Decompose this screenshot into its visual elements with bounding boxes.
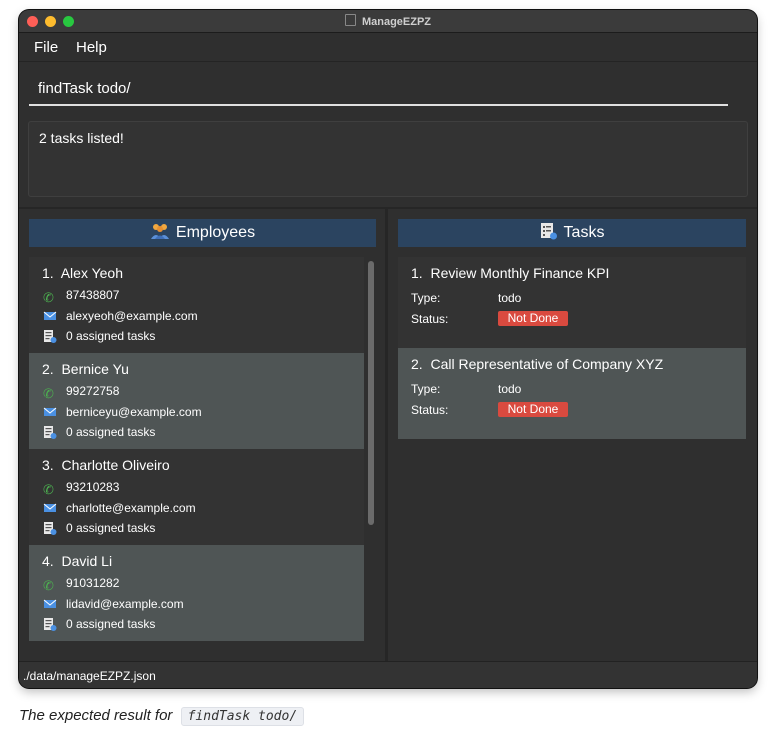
task-status-badge: Not Done (498, 311, 568, 326)
task-type-label: Type: (411, 291, 441, 305)
menu-bar: File Help (19, 33, 757, 62)
employee-name-line: 4. David Li (42, 553, 112, 569)
employee-card[interactable]: 1. Alex Yeoh ✆ 87438807 alexyeoh@example.… (29, 257, 364, 353)
email-icon (43, 407, 57, 416)
employee-card[interactable]: 4. David Li ✆ 91031282 lidavid@example.co… (29, 545, 364, 641)
task-card[interactable]: 2. Call Representative of Company XYZ Ty… (398, 348, 746, 439)
title-bar: ManageEZPZ (19, 10, 757, 33)
task-list-icon (44, 330, 57, 343)
task-status-label: Status: (411, 312, 449, 326)
employees-header: Employees (29, 219, 376, 247)
task-card[interactable]: 1. Review Monthly Finance KPI Type: todo… (398, 257, 746, 348)
window-title: ManageEZPZ (361, 16, 432, 28)
task-list-icon (44, 522, 57, 535)
app-icon (344, 14, 356, 26)
employee-name: Bernice Yu (61, 361, 129, 377)
employee-tasks-row: 0 assigned tasks (43, 425, 155, 439)
phone-icon: ✆ (43, 482, 54, 497)
employee-email: charlotte@example.com (66, 501, 196, 515)
tasks-header: Tasks (398, 219, 746, 247)
command-area: 2 tasks listed! (19, 62, 757, 214)
employee-email-row: lidavid@example.com (43, 597, 184, 611)
task-list-icon (44, 426, 57, 439)
employee-card[interactable]: 2. Bernice Yu ✆ 99272758 berniceyu@exampl… (29, 353, 364, 449)
employee-tasks: 0 assigned tasks (66, 521, 156, 535)
employee-tasks-row: 0 assigned tasks (43, 329, 155, 343)
employee-phone: 87438807 (66, 288, 120, 302)
email-icon (43, 311, 57, 320)
command-input[interactable] (29, 76, 728, 106)
employee-phone: 99272758 (66, 384, 120, 398)
employee-tasks: 0 assigned tasks (66, 329, 156, 343)
employee-phone-row: ✆ 99272758 (43, 384, 120, 401)
result-display: 2 tasks listed! (28, 121, 748, 197)
employee-name-line: 3. Charlotte Oliveiro (42, 457, 170, 473)
employee-email: berniceyu@example.com (66, 405, 202, 419)
email-icon (43, 503, 57, 512)
task-name-line: 2. Call Representative of Company XYZ (411, 356, 663, 372)
employee-card[interactable]: 3. Charlotte Oliveiro ✆ 93210283 charlott… (29, 449, 364, 545)
task-name: Review Monthly Finance KPI (430, 265, 610, 281)
employees-title: Employees (175, 224, 256, 241)
employee-index: 1. (42, 265, 54, 281)
employee-phone-row: ✆ 93210283 (43, 480, 120, 497)
caption: The expected result for findTask todo/ (19, 707, 305, 726)
employee-email: alexyeoh@example.com (66, 309, 198, 323)
tasks-icon (540, 223, 557, 240)
result-text: 2 tasks listed! (39, 130, 124, 146)
task-type-value: todo (498, 291, 522, 305)
employee-phone: 93210283 (66, 480, 120, 494)
task-name-line: 1. Review Monthly Finance KPI (411, 265, 609, 281)
employee-name-line: 1. Alex Yeoh (42, 265, 123, 281)
employee-tasks-row: 0 assigned tasks (43, 521, 155, 535)
employee-tasks-row: 0 assigned tasks (43, 617, 155, 631)
data-file-path: ./data/manageEZPZ.json (23, 669, 156, 683)
email-icon (43, 599, 57, 608)
employee-phone: 91031282 (66, 576, 120, 590)
employee-phone-row: ✆ 87438807 (43, 288, 120, 305)
menu-help[interactable]: Help (76, 39, 107, 56)
employee-email-row: berniceyu@example.com (43, 405, 202, 419)
phone-icon: ✆ (43, 578, 54, 593)
employee-email: lidavid@example.com (66, 597, 184, 611)
employee-name: Charlotte Oliveiro (61, 457, 170, 473)
employee-name-line: 2. Bernice Yu (42, 361, 129, 377)
employee-tasks: 0 assigned tasks (66, 617, 156, 631)
employee-list: 1. Alex Yeoh ✆ 87438807 alexyeoh@example.… (29, 257, 364, 641)
phone-icon: ✆ (43, 386, 54, 401)
employee-index: 2. (42, 361, 54, 377)
status-bar: ./data/manageEZPZ.json (19, 661, 757, 688)
tasks-title: Tasks (563, 224, 605, 241)
employee-index: 3. (42, 457, 54, 473)
caption-text: The expected result for (19, 707, 173, 724)
window-title-wrap: ManageEZPZ (19, 14, 757, 28)
panel-divider[interactable] (385, 209, 388, 663)
employees-icon (150, 224, 169, 239)
task-name: Call Representative of Company XYZ (430, 356, 664, 372)
task-list-icon (44, 618, 57, 631)
employee-email-row: charlotte@example.com (43, 501, 196, 515)
task-type-value: todo (498, 382, 522, 396)
employee-list-scrollbar[interactable] (368, 261, 374, 525)
caption-code: findTask todo/ (180, 707, 305, 726)
employee-email-row: alexyeoh@example.com (43, 309, 198, 323)
task-index: 2. (411, 356, 423, 372)
employee-phone-row: ✆ 91031282 (43, 576, 120, 593)
employee-tasks: 0 assigned tasks (66, 425, 156, 439)
app-window: ManageEZPZ File Help 2 tasks listed! Emp… (19, 10, 757, 688)
employee-name: Alex Yeoh (60, 265, 123, 281)
task-status-label: Status: (411, 403, 449, 417)
phone-icon: ✆ (43, 290, 54, 305)
employee-name: David Li (61, 553, 113, 569)
task-index: 1. (411, 265, 423, 281)
panels-area: Employees Tasks 1. Alex Yeoh ✆ 87438807 a… (19, 207, 757, 663)
task-status-badge: Not Done (498, 402, 568, 417)
menu-file[interactable]: File (34, 39, 58, 56)
employee-index: 4. (42, 553, 54, 569)
task-type-label: Type: (411, 382, 441, 396)
task-list: 1. Review Monthly Finance KPI Type: todo… (398, 257, 746, 439)
